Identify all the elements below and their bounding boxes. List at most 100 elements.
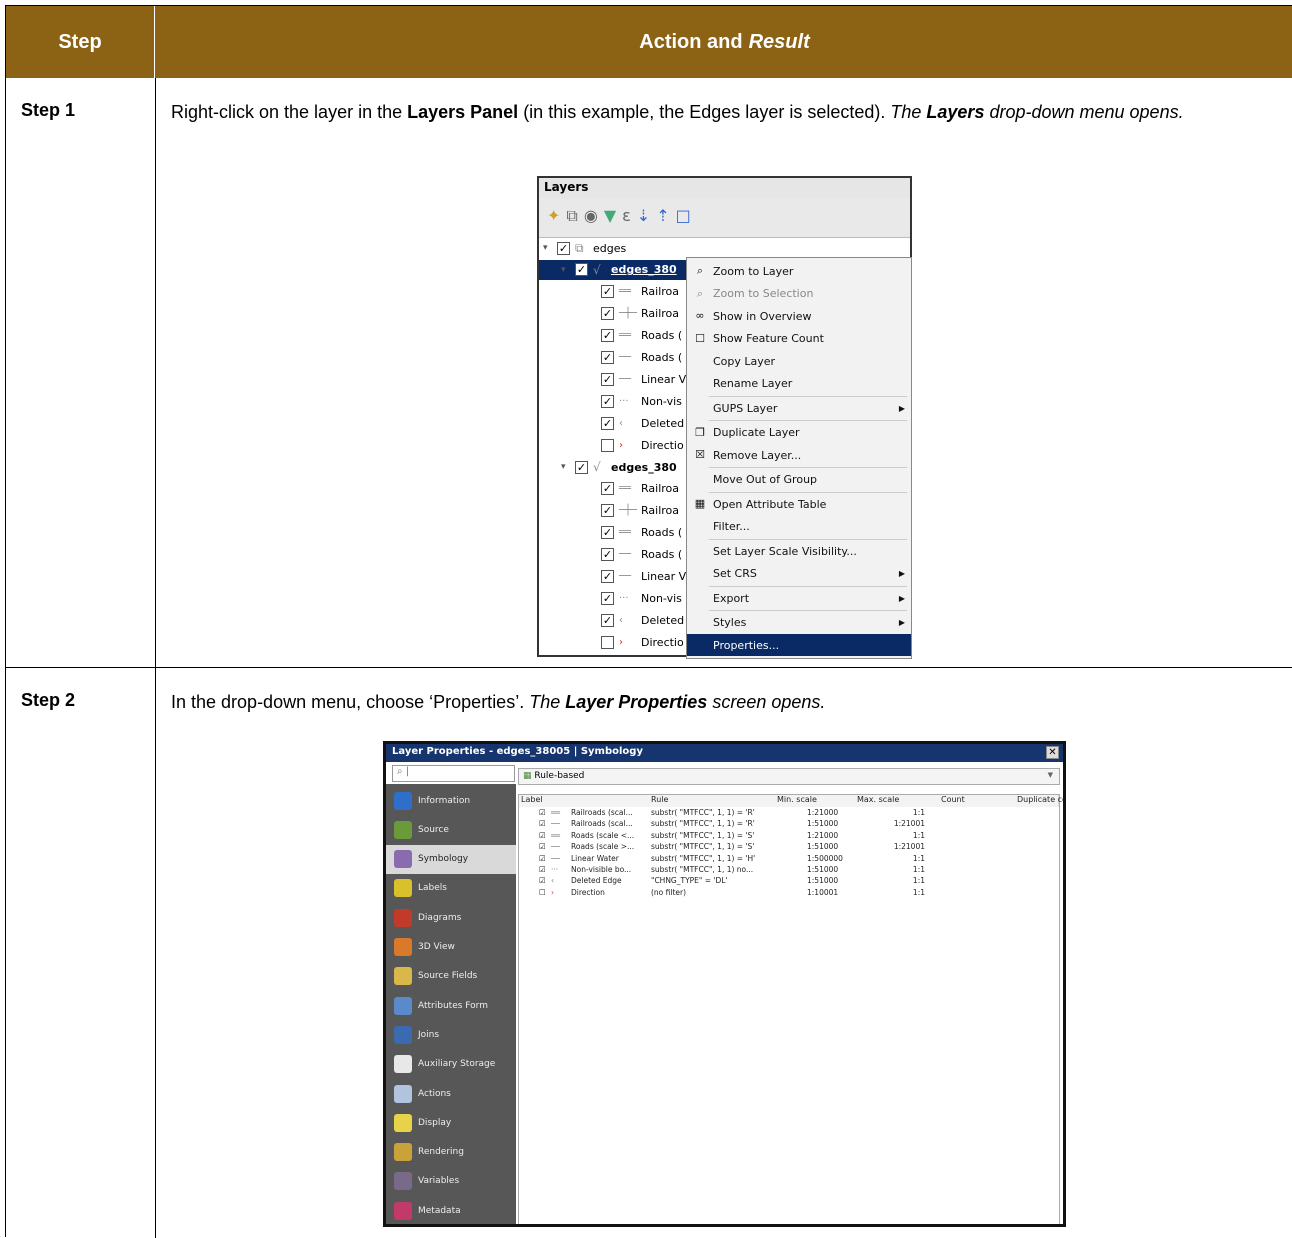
rule-row[interactable]: ☑ ‹ Deleted Edge "CHNG_TYPE" = 'DL' 1:51000 1… xyxy=(519,876,1059,888)
menu-item[interactable]: Styles ▶ xyxy=(687,612,911,634)
layer-checkbox[interactable]: ✓ xyxy=(601,351,614,364)
menu-item[interactable]: Filter... xyxy=(687,516,911,538)
menu-item[interactable]: ❐ Duplicate Layer xyxy=(687,422,911,444)
sidebar-item[interactable]: Symbology xyxy=(386,844,516,874)
sidebar-item[interactable]: Source Fields xyxy=(386,962,516,991)
sidebar-item-label: Source xyxy=(418,824,449,835)
table-icon: ▦ xyxy=(694,497,706,510)
expand-arrow-icon[interactable]: ▾ xyxy=(561,265,575,275)
layer-checkbox[interactable]: ✓ xyxy=(601,482,614,496)
menu-item[interactable]: ∞ Show in Overview xyxy=(687,305,911,327)
sidebar-item-label: Actions xyxy=(418,1088,451,1099)
rule-row[interactable]: ☑ ══ Roads (scale <... substr( "MTFCC", 1, … xyxy=(519,831,1059,843)
expand-arrow-icon[interactable]: ▾ xyxy=(543,243,557,253)
layer-checkbox[interactable]: ✓ xyxy=(601,526,614,540)
rule-checkbox[interactable]: ☑ xyxy=(539,876,546,885)
rule-checkbox[interactable]: ☐ xyxy=(539,888,546,897)
sidebar-item[interactable]: Display xyxy=(386,1108,516,1137)
paintbrush-icon[interactable]: ✦ xyxy=(547,206,566,225)
expand-icon[interactable]: ⇣ xyxy=(637,206,656,225)
rule-checkbox[interactable]: ☑ xyxy=(539,854,546,863)
step1-text: Right-click on the layer in the Layers P… xyxy=(171,102,1184,122)
sidebar-item[interactable]: Rendering xyxy=(386,1138,516,1167)
rule-checkbox[interactable]: ☑ xyxy=(539,819,546,828)
sidebar-item-icon xyxy=(394,1113,412,1132)
sidebar-item[interactable]: Actions xyxy=(386,1079,516,1108)
sidebar-item-icon xyxy=(394,1055,412,1074)
sidebar-item[interactable]: Auxiliary Storage xyxy=(386,1050,516,1079)
menu-item[interactable]: Properties... xyxy=(687,634,911,656)
layer-checkbox[interactable]: ✓ xyxy=(601,372,614,386)
layer-row[interactable]: ▾ ✓ ⧉ edges xyxy=(539,238,910,258)
layer-checkbox[interactable]: ✓ xyxy=(601,613,614,627)
close-icon[interactable]: ✕ xyxy=(1046,746,1059,759)
menu-item-label: Show in Overview xyxy=(713,309,812,323)
layer-checkbox[interactable]: ✓ xyxy=(601,591,614,605)
layer-checkbox[interactable]: ✓ xyxy=(601,394,614,408)
layer-checkbox[interactable]: ✓ xyxy=(601,504,614,518)
sidebar-item[interactable]: Metadata xyxy=(386,1196,516,1224)
collapse-icon[interactable]: ⇡ xyxy=(656,206,675,225)
sidebar-item[interactable]: Source xyxy=(386,815,516,844)
layer-checkbox[interactable]: ✓ xyxy=(601,548,614,562)
rule-checkbox[interactable]: ☑ xyxy=(539,831,546,840)
rule-row[interactable]: ☑ ── Linear Water substr( "MTFCC", 1, 1) = … xyxy=(519,854,1059,866)
menu-item[interactable]: ☐ Show Feature Count xyxy=(687,328,911,350)
rule-row[interactable]: ☐ › Direction (no filter) 1:10001 1:1 xyxy=(519,888,1059,900)
expression-icon[interactable]: ε xyxy=(622,206,637,225)
layer-symbol-icon: √ xyxy=(593,262,601,277)
sidebar-item[interactable]: Joins xyxy=(386,1020,516,1049)
rule-min-scale: 1:500000 xyxy=(807,853,843,863)
menu-item[interactable]: Rename Layer xyxy=(687,373,911,395)
rule-checkbox[interactable]: ☑ xyxy=(539,842,546,851)
sidebar-item[interactable]: Attributes Form xyxy=(386,991,516,1020)
expand-arrow-icon[interactable]: ▾ xyxy=(561,462,575,472)
layer-label: Roads ( xyxy=(641,548,683,562)
layer-checkbox[interactable]: ✓ xyxy=(601,329,614,343)
search-input[interactable]: ⌕ | xyxy=(392,765,515,782)
sidebar-item-icon xyxy=(394,908,412,927)
layer-checkbox[interactable]: ✓ xyxy=(557,241,570,255)
add-group-icon[interactable]: ⧉ xyxy=(566,206,583,225)
sidebar-item-label: Labels xyxy=(418,883,447,894)
rule-checkbox[interactable]: ☑ xyxy=(539,808,546,817)
layer-checkbox[interactable]: ✓ xyxy=(601,285,614,299)
remove-icon[interactable]: □ xyxy=(676,206,697,225)
menu-item[interactable]: ⌕ Zoom to Layer xyxy=(687,260,911,282)
layer-checkbox[interactable]: ✓ xyxy=(601,416,614,430)
menu-item[interactable]: Move Out of Group xyxy=(687,469,911,491)
menu-item-label: Zoom to Layer xyxy=(713,264,794,278)
menu-item[interactable]: Set CRS ▶ xyxy=(687,563,911,585)
renderer-select[interactable]: ▦ Rule-based ▼ xyxy=(518,768,1060,785)
sidebar-item[interactable]: 3D View xyxy=(386,933,516,962)
rule-row[interactable]: ☑ ══ Railroads (scal... substr( "MTFCC", 1,… xyxy=(519,808,1059,820)
rule-row[interactable]: ☑ ··· Non-visible bo... substr( "MTFCC", 1,… xyxy=(519,865,1059,877)
menu-item[interactable]: ⌕ Zoom to Selection xyxy=(687,283,911,305)
layer-checkbox[interactable]: ✓ xyxy=(575,460,588,474)
layer-checkbox[interactable] xyxy=(601,635,614,649)
menu-item-label: Copy Layer xyxy=(713,354,776,368)
menu-item[interactable]: GUPS Layer ▶ xyxy=(687,397,911,419)
rule-checkbox[interactable]: ☑ xyxy=(539,865,546,874)
layer-checkbox[interactable]: ✓ xyxy=(601,570,614,583)
layer-symbol-icon: ‹ xyxy=(619,417,623,429)
layer-checkbox[interactable] xyxy=(601,438,614,452)
sidebar-item[interactable]: Diagrams xyxy=(386,903,516,932)
sidebar-item-icon xyxy=(394,1172,412,1191)
menu-item[interactable]: Export ▶ xyxy=(687,587,911,609)
menu-item[interactable]: Set Layer Scale Visibility... xyxy=(687,540,911,562)
menu-item[interactable]: ☒ Remove Layer... xyxy=(687,444,911,466)
menu-item[interactable]: ▦ Open Attribute Table xyxy=(687,493,911,515)
filter-icon[interactable]: ▼ xyxy=(604,206,622,225)
eye-icon[interactable]: ◉ xyxy=(584,206,604,225)
rule-symbol-icon: ‹ xyxy=(551,876,554,886)
layer-checkbox[interactable]: ✓ xyxy=(601,307,614,321)
sidebar-item[interactable]: Labels xyxy=(386,874,516,903)
sidebar-item[interactable]: Variables xyxy=(386,1167,516,1196)
menu-item-label: Properties... xyxy=(713,638,780,652)
rule-row[interactable]: ☑ ── Railroads (scal... substr( "MTFCC", 1,… xyxy=(519,819,1059,831)
layer-checkbox[interactable]: ✓ xyxy=(575,263,588,277)
menu-item[interactable]: Copy Layer xyxy=(687,350,911,372)
rule-row[interactable]: ☑ ── Roads (scale >... substr( "MTFCC", 1, … xyxy=(519,842,1059,854)
sidebar-item[interactable]: Information xyxy=(386,786,516,815)
